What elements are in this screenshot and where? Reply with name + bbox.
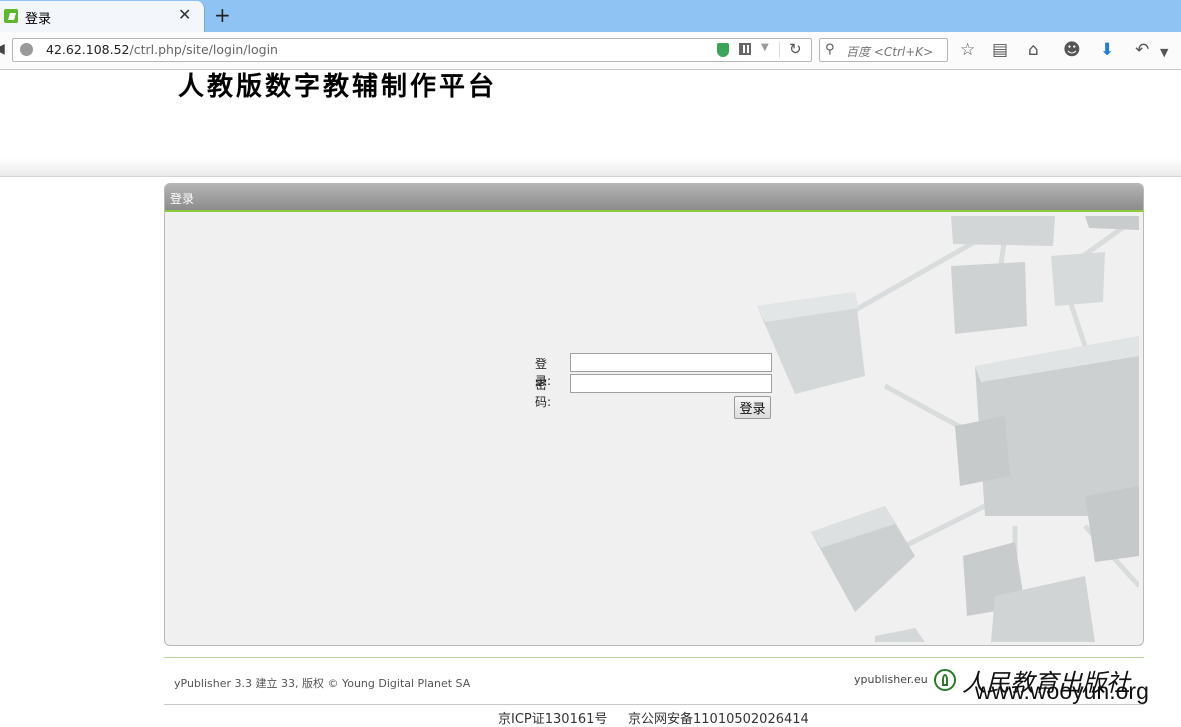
footer-copyright: yPublisher 3.3 建立 33, 版权 © Young Digital… <box>174 677 471 690</box>
tab-title: 登录 <box>25 12 52 27</box>
url-path: /ctrl.php/site/login/login <box>129 42 278 57</box>
search-placeholder: 百度 <Ctrl+K> <box>846 45 934 59</box>
panel-header: 登录 <box>165 184 1143 212</box>
cubes-background-image <box>757 216 1139 642</box>
page-title: 人教版数字教辅制作平台 <box>178 72 498 102</box>
url-host: 42.62.108.52 <box>46 42 130 57</box>
navigation-bar: ◀ 42.62.108.52/ctrl.php/site/login/login… <box>0 32 1181 70</box>
address-bar[interactable]: 42.62.108.52/ctrl.php/site/login/login ▼… <box>12 38 812 62</box>
panel-title: 登录 <box>170 192 195 206</box>
url-text[interactable]: 42.62.108.52/ctrl.php/site/login/login <box>46 42 278 57</box>
back-arrow-icon[interactable]: ◀ <box>0 38 8 60</box>
reload-icon[interactable]: ↻ <box>789 40 802 58</box>
reading-list-icon[interactable]: ▤ <box>992 40 1008 60</box>
shield-icon[interactable] <box>717 43 729 57</box>
header-divider <box>0 158 1181 177</box>
footer-divider <box>164 657 1144 658</box>
qr-code-icon[interactable] <box>739 43 751 55</box>
download-icon[interactable]: ⬇ <box>1100 40 1114 60</box>
undo-icon[interactable]: ↶ <box>1135 40 1149 60</box>
chat-icon[interactable]: ☻ <box>1063 40 1081 60</box>
login-submit-button[interactable]: 登录 <box>734 396 771 419</box>
dropdown-icon[interactable]: ▼ <box>761 42 769 53</box>
search-box[interactable]: ⚲ 百度 <Ctrl+K> <box>819 38 948 62</box>
password-label: 密码: <box>535 378 552 409</box>
icp-license[interactable]: 京ICP证130161号 <box>498 708 607 727</box>
pep-logo-icon <box>934 669 956 691</box>
tab-bar: 登录 ✕ + <box>0 0 1181 32</box>
login-input[interactable] <box>570 353 772 372</box>
home-icon[interactable]: ⌂ <box>1028 40 1039 60</box>
password-input[interactable] <box>570 374 772 393</box>
site-favicon-icon <box>4 9 18 23</box>
ypublisher-link[interactable]: ypublisher.eu <box>854 673 928 686</box>
police-record[interactable]: 京公网安备11010502026414 <box>628 708 809 727</box>
watermark-text: www.wooyun.org <box>975 678 1149 704</box>
browser-tab[interactable]: 登录 ✕ <box>0 1 205 32</box>
login-panel: 登录 登录: 密码: 登录 <box>164 183 1144 646</box>
globe-icon <box>20 43 33 56</box>
divider <box>779 42 780 58</box>
search-icon: ⚲ <box>825 42 835 57</box>
new-tab-button[interactable]: + <box>214 4 231 26</box>
close-tab-icon[interactable]: ✕ <box>178 6 191 24</box>
footer-divider-2 <box>164 704 1144 705</box>
menu-dropdown-icon[interactable]: ▼ <box>1160 43 1168 63</box>
star-icon[interactable]: ☆ <box>960 40 975 60</box>
